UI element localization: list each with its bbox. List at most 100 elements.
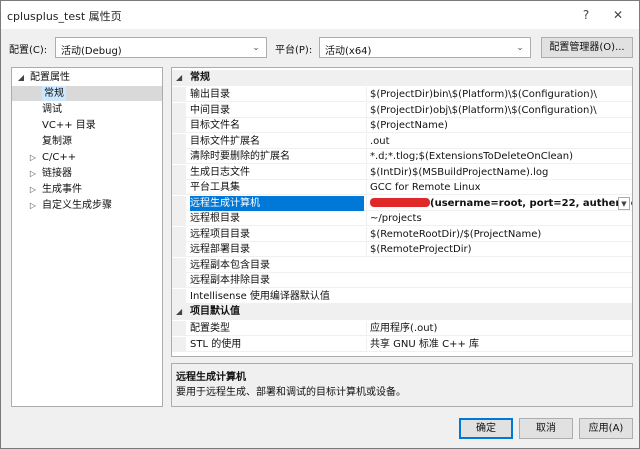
dialog-footer: 确定 取消 应用(A) [1,413,639,449]
description-title: 远程生成计算机 [176,372,246,383]
platform-value: 活动(x64) [325,46,372,57]
chevron-down-icon: ⌄ [252,43,260,53]
property-row[interactable]: 中间目录 $(ProjectDir)obj\$(Platform)\$(Confi… [172,102,632,118]
property-name: 远程副本包含目录 [190,259,270,271]
property-value[interactable]: $(ProjectName) [366,118,632,133]
configuration-manager-button[interactable]: 配置管理器(O)... [541,37,633,58]
property-name: 远程项目目录 [190,228,250,240]
property-row[interactable]: 清除时要删除的扩展名 *.d;*.tlog;$(ExtensionsToDelet… [172,149,632,164]
property-row[interactable]: Intellisense 使用编译器默认值 [172,288,632,304]
window-title: cplusplus_test 属性页 [7,10,122,23]
property-row[interactable]: 远程部署目录 $(RemoteProjectDir) [172,242,632,257]
tree-item[interactable]: ◢ 配置属性 [12,70,162,85]
close-icon[interactable]: ✕ [607,5,629,25]
property-row[interactable]: 生成日志文件 $(IntDir)$(MSBuildProjectName).log [172,164,632,180]
property-name: 目标文件名 [190,120,240,131]
property-value[interactable]: ~/projects [366,211,632,226]
property-value[interactable]: (username=root, port=22, authenticat [366,195,632,211]
expanded-arrow-icon[interactable]: ◢ [16,70,26,85]
property-value[interactable]: GCC for Remote Linux [366,180,632,195]
property-row[interactable]: 远程生成计算机 (username=root, port=22, authenti… [172,195,632,211]
property-category[interactable]: ◢ 常规 [172,70,632,86]
property-name: 远程副本排除目录 [190,275,270,286]
ok-button[interactable]: 确定 [459,418,513,439]
row-gutter [172,288,186,304]
tree-item[interactable]: ▷ C/C++ [12,150,162,165]
apply-button[interactable]: 应用(A) [579,418,633,439]
property-row[interactable]: 远程根目录 ~/projects [172,211,632,226]
property-value[interactable]: *.d;*.tlog;$(ExtensionsToDeleteOnClean) [366,149,632,164]
tree-item-label: C/C++ [42,152,77,163]
property-value[interactable]: $(RemoteRootDir)/$(ProjectName) [366,226,632,242]
property-category[interactable]: ◢ 项目默认值 [172,304,632,320]
row-gutter [172,164,186,180]
tree-item[interactable]: ▷ 链接器 [12,166,162,181]
collapsed-arrow-icon[interactable]: ▷ [28,166,38,181]
row-gutter [172,226,186,242]
property-row[interactable]: 目标文件扩展名 .out [172,133,632,149]
expanded-arrow-icon[interactable]: ◢ [176,70,182,86]
property-name: 远程部署目录 [190,244,250,255]
row-gutter [172,118,186,133]
title-bar: cplusplus_test 属性页 ? ✕ [1,1,639,29]
row-gutter [172,102,186,118]
property-name: Intellisense 使用编译器默认值 [190,290,330,302]
property-name: 生成日志文件 [190,166,250,178]
redaction-mark [370,198,430,207]
property-row[interactable]: 目标文件名 $(ProjectName) [172,118,632,133]
configuration-value: 活动(Debug) [61,46,122,57]
property-value[interactable]: 共享 GNU 标准 C++ 库 [366,336,632,352]
property-row[interactable]: 远程项目目录 $(RemoteRootDir)/$(ProjectName) [172,226,632,242]
configuration-dropdown[interactable]: 活动(Debug) ⌄ [55,37,267,58]
platform-dropdown[interactable]: 活动(x64) ⌄ [319,37,531,58]
chevron-down-icon[interactable]: ▼ [618,196,630,210]
tree-item[interactable]: ▷ 自定义生成步骤 [12,198,162,213]
property-row[interactable]: 配置类型 应用程序(.out) [172,321,632,336]
tree-item-label: 调试 [42,104,62,115]
tree-item-label: 生成事件 [42,184,82,195]
property-row[interactable]: STL 的使用 共享 GNU 标准 C++ 库 [172,336,632,352]
chevron-down-icon: ⌄ [516,43,524,53]
category-label: 项目默认值 [190,306,240,317]
row-gutter [172,273,186,288]
collapsed-arrow-icon[interactable]: ▷ [28,198,38,213]
tree-item-label: 自定义生成步骤 [42,200,112,211]
property-pages-window: cplusplus_test 属性页 ? ✕ 配置(C): 活动(Debug) … [0,0,640,449]
tree-item[interactable]: 复制源 [12,134,162,149]
property-name: 目标文件扩展名 [190,135,260,147]
row-gutter [172,195,186,211]
row-gutter [172,336,186,352]
property-name: 配置类型 [190,323,230,334]
property-value[interactable]: $(RemoteProjectDir) [366,242,632,257]
row-gutter [172,257,186,273]
configuration-bar: 配置(C): 活动(Debug) ⌄ 平台(P): 活动(x64) ⌄ 配置管理… [1,37,639,59]
property-value[interactable]: $(ProjectDir)bin\$(Platform)\$(Configura… [366,87,632,102]
expanded-arrow-icon[interactable]: ◢ [176,304,182,320]
tree-item[interactable]: 常规 [12,86,162,101]
tree-item-label: 复制源 [42,136,72,147]
property-row[interactable]: 远程副本包含目录 [172,257,632,273]
row-gutter [172,321,186,336]
property-value[interactable]: $(ProjectDir)obj\$(Platform)\$(Configura… [366,102,632,118]
property-name: 远程生成计算机 [190,195,364,211]
tree-item-label: 配置属性 [30,72,70,83]
tree-item[interactable]: ▷ 生成事件 [12,182,162,197]
tree-item[interactable]: 调试 [12,102,162,117]
property-tree: ◢ 配置属性 常规 调试 VC++ 目录 复制源 ▷ C/C++ ▷ 链接器 ▷ 生成事件 ▷ 自定义生成… [11,67,163,407]
tree-item[interactable]: VC++ 目录 [12,118,162,133]
description-text: 要用于远程生成、部署和调试的目标计算机或设备。 [176,387,406,398]
property-row[interactable]: 远程副本排除目录 [172,273,632,288]
property-value[interactable]: $(IntDir)$(MSBuildProjectName).log [366,164,632,180]
row-gutter [172,133,186,149]
property-value-text: (username=root, port=22, authenticat [430,197,632,209]
collapsed-arrow-icon[interactable]: ▷ [28,150,38,165]
cancel-button[interactable]: 取消 [519,418,573,439]
property-value[interactable]: .out [366,133,632,149]
property-row[interactable]: 输出目录 $(ProjectDir)bin\$(Platform)\$(Confi… [172,87,632,102]
property-value[interactable]: 应用程序(.out) [366,321,632,336]
property-row[interactable]: 平台工具集 GCC for Remote Linux [172,180,632,195]
help-icon[interactable]: ? [575,5,597,25]
property-name: STL 的使用 [190,338,242,350]
collapsed-arrow-icon[interactable]: ▷ [28,182,38,197]
tree-item-label: VC++ 目录 [42,120,96,131]
